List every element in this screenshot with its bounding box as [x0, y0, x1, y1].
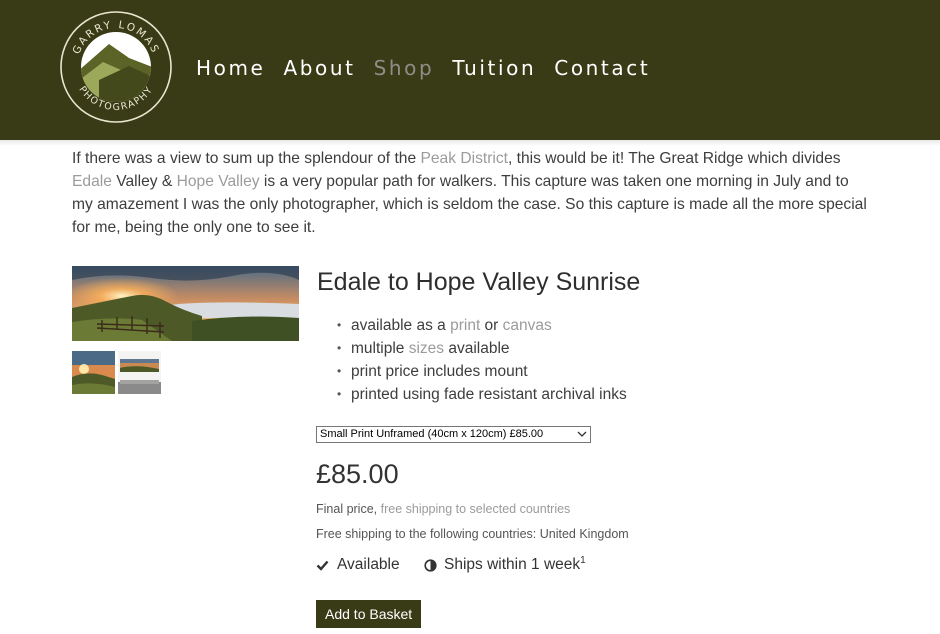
- feature-item-format: available as a print or canvas: [337, 314, 627, 337]
- free-shipping-countries: Free shipping to the following countries…: [316, 527, 629, 541]
- hope-valley-link[interactable]: Hope Valley: [177, 173, 260, 190]
- product-price: £85.00: [316, 459, 399, 489]
- feature-item-sizes: multiple sizes available: [337, 337, 627, 360]
- intro-text: If there was a view to sum up the splend…: [72, 147, 872, 239]
- feature-item-mount: print price includes mount: [337, 360, 627, 383]
- shipping-time: Ships within 1 week 1: [424, 555, 586, 575]
- ships-footnote: 1: [580, 555, 586, 566]
- nav-shop[interactable]: Shop: [374, 55, 435, 81]
- feature-2-text: multiple: [351, 340, 409, 357]
- feature-list: available as a print or canvas multiple …: [337, 314, 627, 406]
- canvas-link[interactable]: canvas: [503, 317, 552, 334]
- sizes-link[interactable]: sizes: [409, 340, 444, 357]
- product-thumbnail-1[interactable]: [72, 351, 115, 394]
- nav-home[interactable]: Home: [196, 55, 265, 81]
- final-price-label: Final price,: [316, 502, 381, 516]
- size-option-select[interactable]: Small Print Unframed (40cm x 120cm) £85.…: [316, 426, 591, 443]
- nav-about[interactable]: About: [283, 55, 355, 81]
- intro-text-1: If there was a view to sum up the splend…: [72, 150, 421, 167]
- intro-text-3: Valley &: [111, 173, 177, 190]
- product-main-image[interactable]: [72, 266, 299, 341]
- size-option-value: Small Print Unframed (40cm x 120cm) £85.…: [320, 428, 544, 440]
- chevron-down-icon: [577, 427, 587, 447]
- free-shipping-link[interactable]: free shipping to selected countries: [381, 502, 571, 516]
- nav-contact[interactable]: Contact: [554, 55, 650, 81]
- site-header: GARRY LOMAS PHOTOGRAPHY Home About Shop …: [0, 0, 940, 140]
- feature-2-post: available: [444, 340, 510, 357]
- nav-tuition[interactable]: Tuition: [452, 55, 536, 81]
- product-title: Edale to Hope Valley Sunrise: [317, 268, 641, 296]
- availability-status: Available: [316, 555, 400, 575]
- intro-text-2: , this would be it! The Great Ridge whic…: [508, 150, 841, 167]
- print-link[interactable]: print: [450, 317, 480, 334]
- half-circle-icon: [424, 558, 437, 572]
- feature-item-inks: printed using fade resistant archival in…: [337, 383, 627, 406]
- peak-district-link[interactable]: Peak District: [420, 150, 508, 167]
- add-to-basket-button[interactable]: Add to Basket: [316, 600, 422, 628]
- ships-text: Ships within 1 week: [444, 556, 581, 573]
- main-nav: Home About Shop Tuition Contact: [196, 55, 668, 81]
- edale-link[interactable]: Edale: [72, 173, 112, 190]
- product-thumbnail-2[interactable]: [118, 351, 161, 394]
- site-logo[interactable]: GARRY LOMAS PHOTOGRAPHY: [59, 10, 173, 124]
- feature-1-text: available as a: [351, 317, 451, 334]
- availability-text: Available: [337, 556, 400, 573]
- header-shadow: [0, 140, 940, 146]
- feature-1-or: or: [480, 317, 503, 334]
- final-price-note: Final price, free shipping to selected c…: [316, 501, 570, 517]
- check-icon: [316, 560, 329, 571]
